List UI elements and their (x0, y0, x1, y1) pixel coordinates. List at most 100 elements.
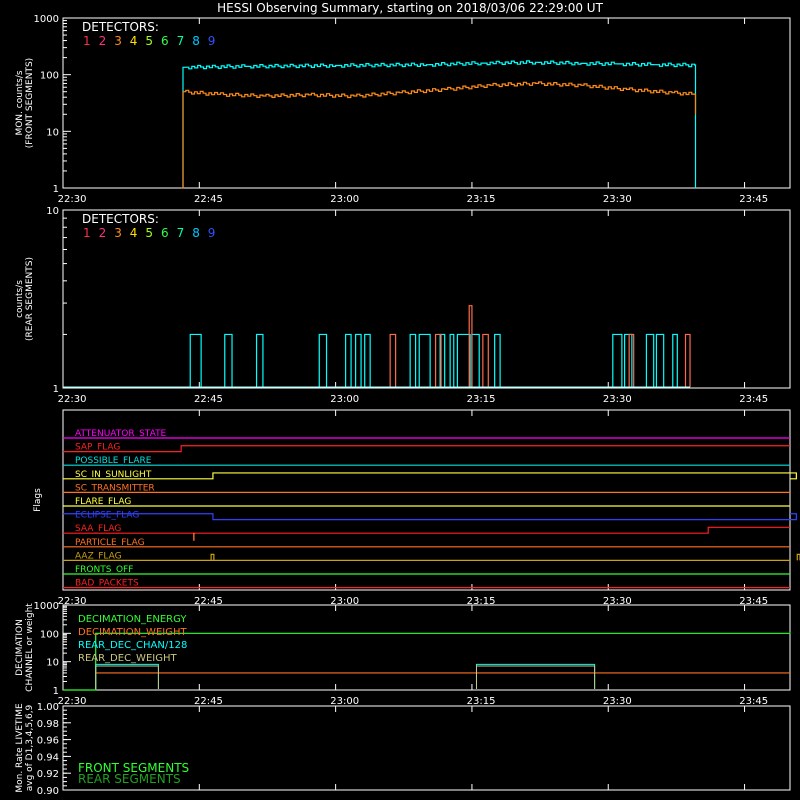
flag-label: SAP_FLAG (75, 443, 120, 453)
y-axis-label: Mon. Rate LIVETIME avg of D1,3,4,5,6,9 (15, 703, 35, 793)
y-axis-label: counts/s (REAR SEGMENTS) (15, 257, 35, 341)
detector-number: 6 (161, 34, 169, 48)
y-tick-label: 10 (46, 658, 59, 669)
rear-pulse (449, 333, 455, 387)
panel-frame (62, 17, 791, 189)
x-tick-label: 23:00 (330, 194, 359, 205)
detector-number: 5 (145, 34, 153, 48)
rear-pulse (456, 333, 471, 387)
y-tick-label: 1 (53, 384, 59, 395)
front-series-line (181, 81, 697, 189)
flag-label: SAA_FLAG (75, 524, 121, 534)
y-axis-label-line: Mon. Rate LIVETIME (15, 703, 25, 793)
decimation-rect (95, 663, 159, 689)
y-tick-label: 0.96 (37, 736, 59, 747)
detectors-label: DETECTORS: (82, 20, 159, 34)
detector-number: 4 (130, 226, 138, 240)
y-axis-label-line: DECIMATION (15, 619, 25, 676)
detector-number: 8 (192, 226, 200, 240)
rear-pulse (655, 333, 665, 387)
rear-pulse (224, 333, 233, 387)
flag-trace (63, 526, 790, 534)
y-axis-label: DECIMATION CHANNEL or weight (15, 603, 35, 692)
y-tick-label: 100 (40, 71, 59, 82)
panel-livetime: Mon. Rate LIVETIME avg of D1,3,4,5,6,90.9… (15, 702, 791, 797)
detector-number: 3 (114, 34, 122, 48)
decimation-rect (95, 665, 159, 689)
y-tick-label: 1.00 (37, 702, 59, 713)
y-tick-label: 100 (40, 629, 59, 640)
decimation-legend-label: DECIMATION_ENERGY (78, 614, 187, 625)
rear-pulse (409, 333, 417, 387)
y-tick-label: 1000 (34, 14, 59, 25)
x-tick-label: 23:15 (467, 194, 496, 205)
rear-pulse (355, 333, 362, 387)
x-tick-label: 23:00 (330, 696, 359, 707)
x-tick-label: 23:45 (739, 394, 768, 405)
y-axis-label-line: avg of D1,3,4,5,6,9 (25, 704, 35, 791)
y-tick-label: 10 (46, 127, 59, 138)
rear-pulse (672, 333, 678, 387)
flag-pulse (210, 553, 215, 561)
y-tick-label: 1 (53, 686, 59, 697)
y-axis-label: MON. counts/s (FRONT SEGMENTS) (15, 58, 35, 148)
rear-pulse (482, 333, 489, 387)
y-tick-label: 0.90 (37, 786, 59, 797)
panel-frame (62, 209, 791, 389)
x-tick-label: 22:30 (58, 394, 87, 405)
decimation-legend-label: DECIMATION_WEIGHT (78, 627, 187, 638)
y-axis-label-line: (FRONT SEGMENTS) (25, 58, 35, 148)
rear-pulse (418, 333, 431, 387)
x-tick-label: 23:45 (739, 194, 768, 205)
rear-pulse (494, 333, 501, 387)
y-tick-label: 1 (53, 184, 59, 195)
flag-label: SC_TRANSMITTER (75, 483, 155, 493)
detector-number: 3 (114, 226, 122, 240)
x-tick-label: 23:30 (603, 194, 632, 205)
detector-number: 6 (161, 226, 169, 240)
y-axis-label-line: Flags (33, 488, 43, 512)
detector-number: 5 (145, 226, 153, 240)
decimation-rect (475, 663, 596, 689)
y-axis-label-line: counts/s (15, 280, 25, 318)
x-tick-label: 22:30 (58, 696, 87, 707)
detector-number: 9 (208, 226, 216, 240)
flag-label: FLARE_FLAG (75, 497, 131, 507)
flag-label: AAZ_FLAG (75, 551, 122, 561)
y-axis-label: Flags (33, 488, 43, 512)
x-tick-label: 23:30 (603, 696, 632, 707)
detector-number: 2 (99, 34, 107, 48)
y-axis-label-line: MON. counts/s (15, 70, 25, 135)
panel-decimation: 22:30 22:45 23:00 23:15 23:30 23:45 DECIMATION… (15, 601, 791, 707)
detector-number: 4 (130, 34, 138, 48)
x-tick-label: 23:15 (467, 696, 496, 707)
y-axis-label-line: (REAR SEGMENTS) (25, 257, 35, 341)
rear-pulse (389, 333, 397, 387)
detector-number: 7 (177, 226, 185, 240)
detector-number: 1 (83, 226, 91, 240)
x-tick-label: 22:45 (194, 394, 223, 405)
flag-label: POSSIBLE_FLARE (75, 456, 152, 466)
detector-number: 1 (83, 34, 91, 48)
x-tick-label: 22:30 (58, 194, 87, 205)
rear-pulse (345, 333, 352, 387)
y-tick-label: 0.94 (37, 752, 59, 763)
rear-pulse (318, 333, 328, 387)
panel-frame (62, 409, 791, 591)
x-tick-label: 23:00 (330, 394, 359, 405)
flag-label: PARTICLE_FLAG (75, 538, 145, 548)
y-tick-label: 0.92 (37, 769, 59, 780)
detector-number: 2 (99, 226, 107, 240)
page-title: HESSI Observing Summary, starting on 201… (217, 1, 603, 15)
front-series-line (181, 60, 697, 189)
rear-pulse (364, 333, 371, 387)
x-tick-label: 23:30 (603, 394, 632, 405)
x-tick-label: 22:45 (194, 194, 223, 205)
flag-trace (63, 472, 797, 480)
y-tick-label: 0.98 (37, 719, 59, 730)
decimation-legend-label: REAR_DEC_WEIGHT (78, 653, 177, 664)
x-tick-label: 23:45 (739, 696, 768, 707)
panel-rear: 22:30 22:45 23:00 23:15 23:30 23:45 counts/s (R… (15, 206, 791, 405)
y-tick-label: 1000 (34, 601, 59, 612)
decimation-legend-label: REAR_DEC_CHAN/128 (78, 640, 187, 651)
